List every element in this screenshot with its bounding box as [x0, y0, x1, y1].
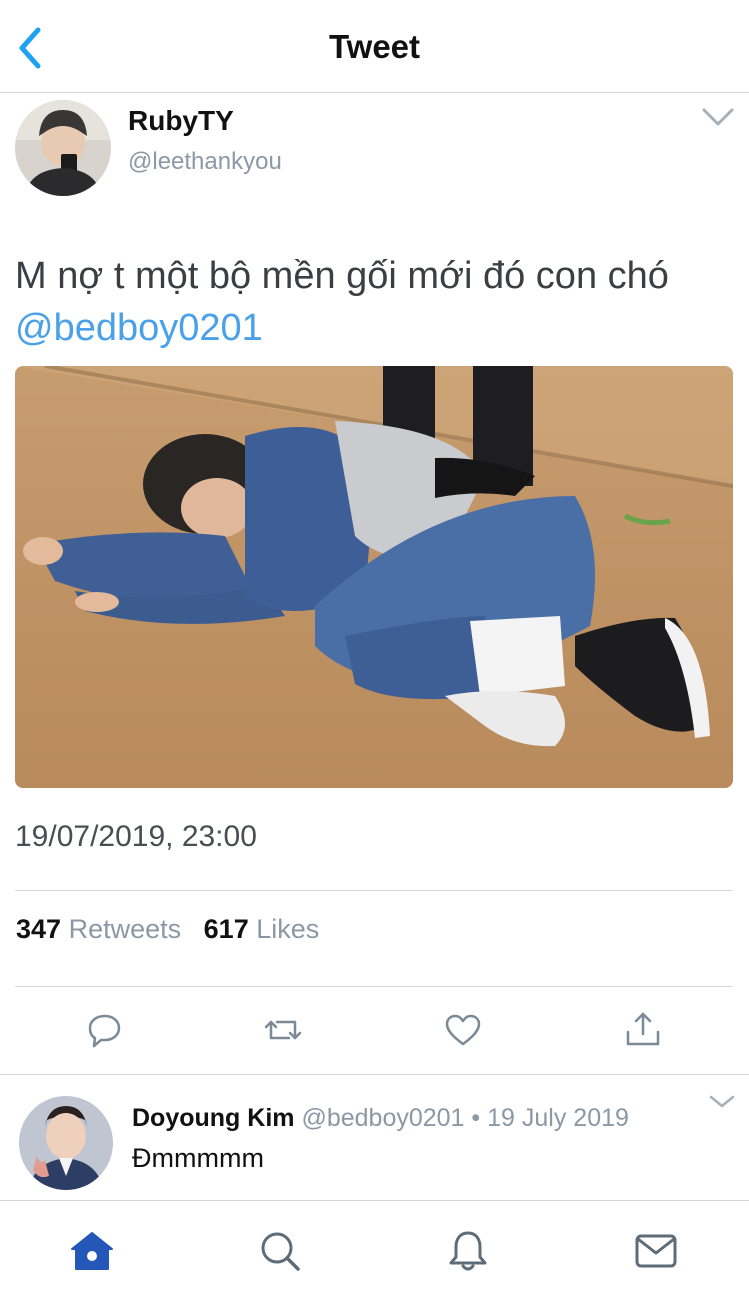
reply-header: Doyoung Kim @bedboy0201 • 19 July 2019 [132, 1104, 629, 1133]
bottom-tab-bar [0, 1200, 749, 1299]
tab-messages[interactable] [632, 1227, 680, 1275]
divider [0, 1074, 749, 1075]
reply-options-button[interactable] [708, 1092, 736, 1112]
likes-count: 617 [203, 914, 249, 944]
likes-label: Likes [256, 914, 320, 944]
chevron-down-icon [702, 108, 734, 126]
mention-link[interactable]: @bedboy0201 [15, 307, 263, 349]
retweets-count: 347 [16, 914, 62, 944]
search-icon [261, 1232, 300, 1271]
divider [15, 986, 733, 987]
tab-notifications[interactable] [444, 1227, 492, 1275]
retweets-stat[interactable]: 347 Retweets [16, 914, 181, 944]
notifications-icon [449, 1231, 487, 1271]
reply-author-handle[interactable]: @bedboy0201 [301, 1104, 464, 1132]
tweet-timestamp: 19/07/2019, 23:00 [15, 820, 257, 853]
heart-icon [445, 1014, 481, 1046]
share-button[interactable] [623, 1010, 663, 1050]
reply-button[interactable] [85, 1010, 125, 1050]
tweet-stats: 347 Retweets 617 Likes [16, 914, 319, 945]
like-button[interactable] [443, 1010, 483, 1050]
reply-text: Đmmmmm [132, 1143, 264, 1173]
page-title: Tweet [328, 28, 421, 65]
reply-meta-separator: • [471, 1104, 481, 1132]
divider [15, 890, 733, 891]
tweet-body-text: M nợ t một bộ mền gối mới đó con chó [15, 255, 669, 297]
tab-search[interactable] [256, 1227, 304, 1275]
author-handle[interactable]: @leethankyou [128, 148, 282, 176]
tweet-photo[interactable] [15, 366, 733, 788]
tab-home[interactable] [68, 1227, 116, 1275]
top-nav-bar: Tweet [0, 0, 749, 93]
tweet-options-button[interactable] [700, 104, 736, 130]
author-avatar[interactable] [15, 100, 111, 196]
tweet-text: M nợ t một bộ mền gối mới đó con chó @be… [15, 250, 730, 354]
reply-date: 19 July 2019 [487, 1104, 629, 1132]
reply-author-name[interactable]: Doyoung Kim [132, 1104, 295, 1132]
reply-author-avatar[interactable] [19, 1096, 113, 1190]
home-icon [71, 1232, 113, 1270]
share-icon [626, 1012, 660, 1046]
reply-icon [88, 1014, 121, 1048]
chevron-down-icon [709, 1095, 735, 1108]
likes-stat[interactable]: 617 Likes [204, 914, 320, 944]
retweets-label: Retweets [68, 914, 182, 944]
retweet-button[interactable] [263, 1010, 303, 1050]
retweet-icon [264, 1020, 302, 1040]
author-name[interactable]: RubyTY [128, 105, 234, 137]
messages-icon [635, 1234, 677, 1268]
